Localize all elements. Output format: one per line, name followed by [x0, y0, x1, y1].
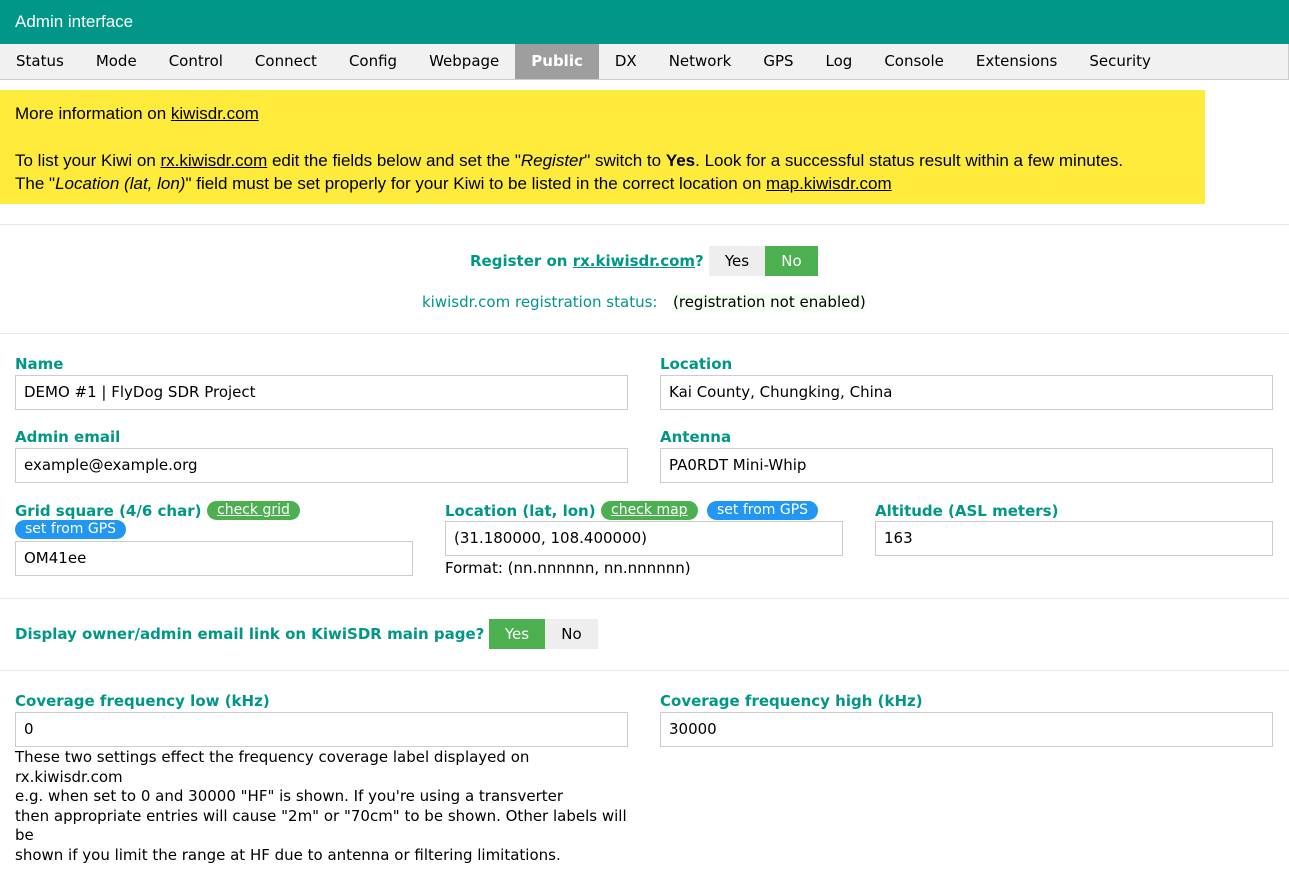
display-email-toggle: Yes No: [489, 619, 598, 649]
register-no-button[interactable]: No: [765, 246, 818, 276]
check-grid-button[interactable]: check grid: [207, 501, 300, 520]
help-line: shown if you limit the range at HF due t…: [15, 845, 561, 864]
coverage-low-label: Coverage frequency low (kHz): [15, 692, 270, 710]
coverage-high-input[interactable]: 30000: [660, 712, 1273, 747]
admin-email-input[interactable]: example@example.org: [15, 448, 628, 483]
display-email-yes-button[interactable]: Yes: [489, 619, 545, 649]
banner-text: . Look for a successful status result wi…: [695, 151, 1124, 170]
help-line: be: [15, 826, 34, 844]
coverage-help-text: These two settings effect the frequency …: [15, 748, 630, 865]
tab-config[interactable]: Config: [333, 44, 413, 79]
divider: [0, 598, 1289, 599]
registration-status-value: (registration not enabled): [673, 293, 866, 311]
display-email-no-button[interactable]: No: [545, 619, 598, 649]
latlon-label: Location (lat, lon): [445, 502, 596, 520]
banner-text: " switch to: [584, 151, 666, 170]
antenna-input[interactable]: PA0RDT Mini-Whip: [660, 448, 1273, 483]
divider: [0, 333, 1289, 334]
name-label: Name: [15, 355, 64, 373]
location-input[interactable]: Kai County, Chungking, China: [660, 375, 1273, 410]
register-label: Register on rx.kiwisdr.com?: [470, 252, 704, 270]
tab-mode[interactable]: Mode: [80, 44, 153, 79]
register-toggle: Yes No: [709, 246, 818, 276]
tab-webpage[interactable]: Webpage: [413, 44, 515, 79]
latlon-input[interactable]: (31.180000, 108.400000): [445, 521, 843, 556]
help-line: rx.kiwisdr.com: [15, 767, 123, 786]
map-kiwisdr-link[interactable]: map.kiwisdr.com: [766, 174, 892, 193]
altitude-input[interactable]: 163: [875, 521, 1273, 556]
banner-text: More information on: [15, 104, 171, 123]
latlon-set-from-gps-button[interactable]: set from GPS: [707, 501, 819, 520]
tab-bar: Status Mode Control Connect Config Webpage Pub…: [0, 44, 1289, 80]
banner-emphasis: Register: [520, 151, 585, 170]
name-input[interactable]: DEMO #1 | FlyDog SDR Project: [15, 375, 628, 410]
banner-emphasis: Location (lat, lon): [55, 174, 186, 193]
coverage-low-input[interactable]: 0: [15, 712, 628, 747]
grid-square-input[interactable]: OM41ee: [15, 541, 413, 576]
grid-square-label: Grid square (4/6 char): [15, 502, 202, 520]
registration-status-text: (registration not enabled): [673, 293, 866, 311]
register-label-text: Register on: [470, 252, 573, 270]
register-rx-link[interactable]: rx.kiwisdr.com: [573, 252, 695, 270]
tab-dx[interactable]: DX: [599, 44, 653, 79]
tab-connect[interactable]: Connect: [239, 44, 333, 79]
tab-log[interactable]: Log: [810, 44, 869, 79]
register-label-suffix: ?: [695, 252, 704, 270]
help-line: These two settings effect the frequency …: [15, 748, 530, 766]
register-yes-button[interactable]: Yes: [709, 246, 765, 276]
check-map-button[interactable]: check map: [601, 501, 698, 520]
tab-security[interactable]: Security: [1073, 44, 1167, 79]
latlon-format-hint: Format: (nn.nnnnnn, nn.nnnnnn): [445, 559, 691, 577]
coverage-high-label: Coverage frequency high (kHz): [660, 692, 923, 710]
divider: [0, 670, 1289, 671]
grid-set-from-gps-button[interactable]: set from GPS: [15, 520, 127, 539]
app-title: Admin interface: [15, 12, 134, 31]
rx-kiwisdr-link[interactable]: rx.kiwisdr.com: [161, 151, 268, 170]
altitude-label: Altitude (ASL meters): [875, 502, 1059, 520]
title-bar: Admin interface: [0, 0, 1289, 44]
tab-control[interactable]: Control: [153, 44, 239, 79]
help-line: then appropriate entries will cause "2m"…: [15, 806, 627, 825]
banner-text: edit the fields below and set the ": [267, 151, 521, 170]
banner-text: " field must be set properly for your Ki…: [185, 174, 767, 193]
admin-email-label: Admin email: [15, 428, 121, 446]
tab-status[interactable]: Status: [0, 44, 80, 79]
tab-public[interactable]: Public: [515, 44, 599, 79]
location-label: Location: [660, 355, 733, 373]
banner-text: The ": [15, 174, 56, 193]
antenna-label: Antenna: [660, 428, 732, 446]
divider: [0, 224, 1289, 225]
tab-console[interactable]: Console: [868, 44, 960, 79]
help-line: e.g. when set to 0 and 30000 "HF" is sho…: [15, 787, 564, 805]
registration-status-label: kiwisdr.com registration status:: [422, 293, 658, 311]
info-banner: More information on kiwisdr.com To list …: [0, 90, 1205, 204]
display-email-label: Display owner/admin email link on KiwiSD…: [15, 625, 485, 643]
banner-strong: Yes: [665, 151, 696, 170]
tab-extensions[interactable]: Extensions: [960, 44, 1073, 79]
kiwisdr-link[interactable]: kiwisdr.com: [171, 104, 259, 123]
tab-gps[interactable]: GPS: [747, 44, 809, 79]
banner-text: To list your Kiwi on: [15, 151, 161, 170]
tab-network[interactable]: Network: [653, 44, 748, 79]
